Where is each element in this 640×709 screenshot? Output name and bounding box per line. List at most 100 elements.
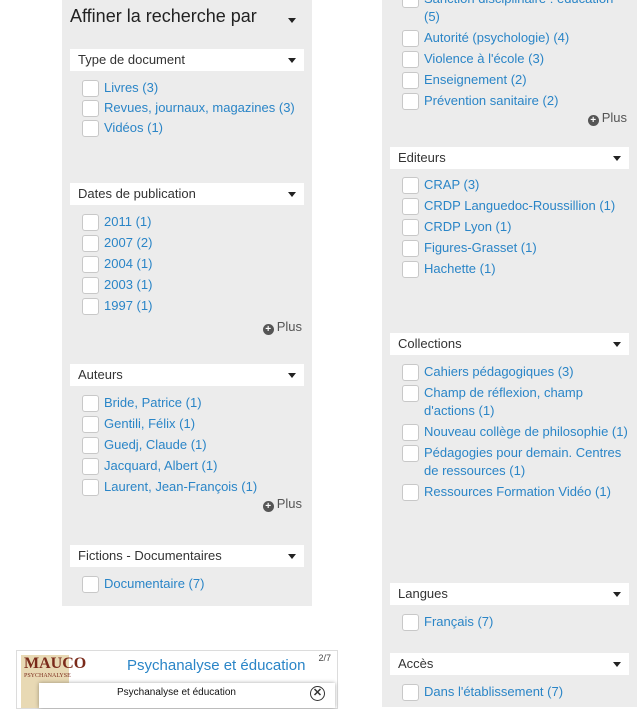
option-label: Hachette (1) <box>424 261 496 276</box>
facet-option[interactable]: Cahiers pédagogiques (3) <box>390 363 629 381</box>
checkbox[interactable] <box>402 240 419 257</box>
checkbox[interactable] <box>82 235 99 252</box>
refine-header[interactable]: Affiner la recherche par <box>70 6 300 32</box>
option-label: 2007 (2) <box>104 235 153 250</box>
option-label: Vidéos (1) <box>104 120 164 135</box>
facet-publication-dates: Dates de publication 2011 (1) 2007 (2) 2… <box>70 183 304 335</box>
result-title-link[interactable]: Psychanalyse et éducation <box>127 657 305 674</box>
facet-header-publication-dates[interactable]: Dates de publication <box>70 183 304 205</box>
facet-option[interactable]: Violence à l'école (3) <box>390 50 629 68</box>
facet-option[interactable]: Documentaire (7) <box>70 575 304 593</box>
option-label: Cahiers pédagogiques (3) <box>424 364 574 379</box>
facet-option[interactable]: Figures-Grasset (1) <box>390 239 629 257</box>
option-label: CRDP Languedoc-Roussillion (1) <box>424 198 616 213</box>
checkbox[interactable] <box>82 277 99 294</box>
facet-option[interactable]: Pédagogies pour demain. Centres de resso… <box>390 444 629 480</box>
refine-panel-left: Affiner la recherche par Type de documen… <box>62 0 312 606</box>
checkbox[interactable] <box>402 177 419 194</box>
option-label: CRAP (3) <box>424 177 480 192</box>
checkbox[interactable] <box>402 93 419 110</box>
checkbox[interactable] <box>402 364 419 381</box>
facet-option[interactable]: 2003 (1) <box>70 276 304 294</box>
checkbox[interactable] <box>402 385 419 402</box>
checkbox[interactable] <box>82 437 99 454</box>
facet-option[interactable]: CRDP Lyon (1) <box>390 218 629 236</box>
checkbox[interactable] <box>402 424 419 441</box>
checkbox[interactable] <box>402 30 419 47</box>
facet-option[interactable]: 2011 (1) <box>70 213 304 231</box>
facet-option[interactable]: Hachette (1) <box>390 260 629 278</box>
checkbox[interactable] <box>402 684 419 701</box>
close-icon[interactable]: ✕ <box>310 686 325 701</box>
checkbox[interactable] <box>82 416 99 433</box>
option-label: Livres (3) <box>104 80 159 95</box>
facet-option[interactable]: Sanction disciplinaire : éducation (5) <box>390 0 629 26</box>
checkbox[interactable] <box>82 214 99 231</box>
facet-option[interactable]: Français (7) <box>390 613 629 631</box>
checkbox[interactable] <box>82 576 99 593</box>
facet-header-authors[interactable]: Auteurs <box>70 364 304 386</box>
facet-option[interactable]: Autorité (psychologie) (4) <box>390 29 629 47</box>
caret-down-icon <box>613 662 621 667</box>
checkbox[interactable] <box>82 458 99 475</box>
facet-option[interactable]: CRDP Languedoc-Roussillion (1) <box>390 197 629 215</box>
plus-icon: + <box>262 324 274 335</box>
facet-option[interactable]: 1997 (1) <box>70 297 304 315</box>
facet-header-document-type[interactable]: Type de document <box>70 49 304 71</box>
result-card[interactable]: MAUCO PSYCHANALYSE Psychanalyse et éduca… <box>16 650 338 709</box>
facet-header-languages[interactable]: Langues <box>390 583 629 605</box>
facet-option[interactable]: Guedj, Claude (1) <box>70 436 304 454</box>
facet-option[interactable]: Jacquard, Albert (1) <box>70 457 304 475</box>
checkbox[interactable] <box>82 80 99 97</box>
option-label: Bride, Patrice (1) <box>104 395 202 410</box>
facet-header-access[interactable]: Accès <box>390 653 629 675</box>
checkbox[interactable] <box>82 256 99 273</box>
more-button[interactable]: + Plus <box>70 319 304 335</box>
more-button[interactable]: + Plus <box>390 110 629 126</box>
facet-option[interactable]: Nouveau collège de philosophie (1) <box>390 423 629 441</box>
facet-option[interactable]: Ressources Formation Vidéo (1) <box>390 483 629 501</box>
checkbox[interactable] <box>82 298 99 315</box>
facet-option[interactable]: Revues, journaux, magazines (3) <box>70 99 304 117</box>
checkbox[interactable] <box>402 445 419 462</box>
facet-option[interactable]: Bride, Patrice (1) <box>70 394 304 412</box>
checkbox[interactable] <box>82 100 99 117</box>
facet-option[interactable]: Gentili, Félix (1) <box>70 415 304 433</box>
checkbox[interactable] <box>402 219 419 236</box>
facet-publishers: Editeurs CRAP (3) CRDP Languedoc-Roussil… <box>390 147 629 278</box>
checkbox[interactable] <box>402 614 419 631</box>
facet-option[interactable]: Dans l'établissement (7) <box>390 683 629 701</box>
checkbox[interactable] <box>82 395 99 412</box>
checkbox[interactable] <box>82 479 99 496</box>
option-label: Dans l'établissement (7) <box>424 684 564 699</box>
more-button[interactable]: + Plus <box>70 496 304 512</box>
plus-icon: + <box>587 115 599 126</box>
checkbox[interactable] <box>402 0 419 8</box>
facet-header-fictions[interactable]: Fictions - Documentaires <box>70 545 304 567</box>
option-label: Enseignement (2) <box>424 72 527 87</box>
facet-header-publishers[interactable]: Editeurs <box>390 147 629 169</box>
facet-languages: Langues Français (7) <box>390 583 629 631</box>
facet-collections: Collections Cahiers pédagogiques (3) Cha… <box>390 333 629 501</box>
facet-option[interactable]: Enseignement (2) <box>390 71 629 89</box>
facet-subjects: Sanction disciplinaire : éducation (5) A… <box>390 0 629 126</box>
facet-option[interactable]: 2004 (1) <box>70 255 304 273</box>
option-label: CRDP Lyon (1) <box>424 219 512 234</box>
checkbox[interactable] <box>402 198 419 215</box>
checkbox[interactable] <box>402 484 419 501</box>
facet-option[interactable]: Champ de réflexion, champ d'actions (1) <box>390 384 629 420</box>
facet-option[interactable]: Laurent, Jean-François (1) <box>70 478 304 496</box>
facet-option[interactable]: Vidéos (1) <box>70 119 304 137</box>
facet-option[interactable]: 2007 (2) <box>70 234 304 252</box>
checkbox[interactable] <box>402 51 419 68</box>
checkbox[interactable] <box>402 261 419 278</box>
facet-label: Collections <box>398 336 462 351</box>
checkbox[interactable] <box>402 72 419 89</box>
facet-option[interactable]: CRAP (3) <box>390 176 629 194</box>
facet-option[interactable]: Livres (3) <box>70 79 304 97</box>
facet-header-collections[interactable]: Collections <box>390 333 629 355</box>
checkbox[interactable] <box>82 120 99 137</box>
option-label: Sanction disciplinaire : éducation (5) <box>424 0 613 24</box>
option-label: Prévention sanitaire (2) <box>424 93 559 108</box>
facet-option[interactable]: Prévention sanitaire (2) <box>390 92 629 110</box>
